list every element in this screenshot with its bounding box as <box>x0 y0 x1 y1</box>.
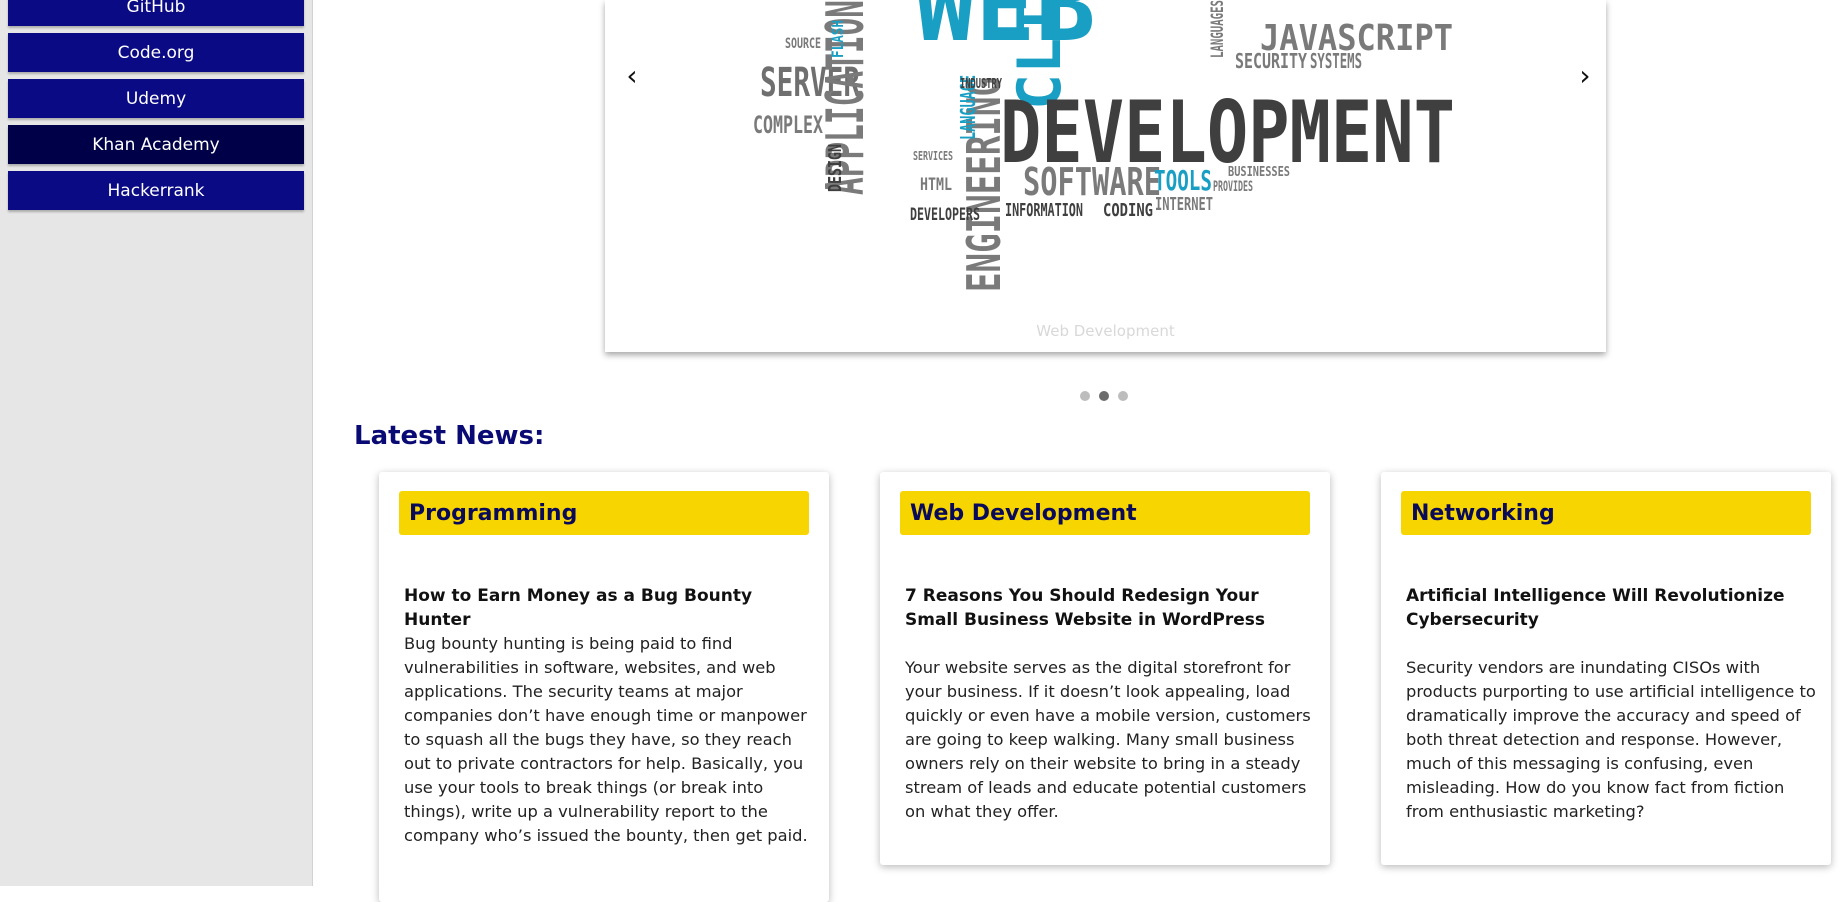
news-card-title[interactable]: How to Earn Money as a Bug Bounty Hunter <box>404 584 809 632</box>
sidebar-item-code-org[interactable]: Code.org <box>8 33 304 72</box>
cloud-word-source: SOURCE <box>785 36 821 52</box>
sidebar-item-github[interactable]: GitHub <box>8 0 304 26</box>
image-carousel: WEB CLIENT DEVELOPMENT JAVASCRIPT SERVER… <box>605 0 1606 352</box>
news-card-networking[interactable]: Networking Artificial Intelligence Will … <box>1381 472 1831 865</box>
latest-news-heading: Latest News: <box>354 421 545 451</box>
cloud-word-design: DESIGN <box>825 144 846 192</box>
sidebar: GitHub Code.org Udemy Khan Academy Hacke… <box>0 0 313 886</box>
news-card-body: Security vendors are inundating CISOs wi… <box>1406 658 1816 821</box>
carousel-indicators <box>1080 391 1128 401</box>
carousel-dot-1[interactable] <box>1080 391 1090 401</box>
cloud-word-languages: LANGUAGES <box>1208 0 1228 58</box>
cloud-word-complex: COMPLEX <box>753 111 823 139</box>
cloud-word-provides: PROVIDES <box>1213 179 1253 195</box>
news-card-category-tag: Programming <box>399 491 809 535</box>
cloud-word-flash: FLASH <box>828 20 847 58</box>
cloud-word-security: SECURITY <box>1235 49 1307 73</box>
sidebar-item-hackerrank[interactable]: Hackerrank <box>8 171 304 210</box>
news-card-body: Your website serves as the digital store… <box>905 658 1311 821</box>
carousel-prev-arrow-icon[interactable]: ‹ <box>617 59 647 92</box>
carousel-next-arrow-icon[interactable]: › <box>1570 59 1600 92</box>
news-card-title[interactable]: 7 Reasons You Should Redesign Your Small… <box>905 584 1310 632</box>
carousel-caption: Web Development <box>1036 322 1175 340</box>
cloud-word-systems: SYSTEMS <box>1310 49 1362 73</box>
news-card-category-tag: Web Development <box>900 491 1310 535</box>
cloud-word-internet: INTERNET <box>1155 194 1213 215</box>
cloud-word-coding: CODING <box>1103 200 1153 221</box>
sidebar-item-khan-academy[interactable]: Khan Academy <box>8 125 304 164</box>
news-card-web-development[interactable]: Web Development 7 Reasons You Should Red… <box>880 472 1330 865</box>
cloud-word-businesses: BUSINESSES <box>1228 165 1290 180</box>
carousel-dot-2[interactable] <box>1099 391 1109 401</box>
cloud-word-information: INFORMATION <box>1005 200 1083 221</box>
news-card-category-tag: Networking <box>1401 491 1811 535</box>
carousel-dot-3[interactable] <box>1118 391 1128 401</box>
cloud-word-software: SOFTWARE <box>1023 160 1161 204</box>
news-card-body: Bug bounty hunting is being paid to find… <box>404 634 808 845</box>
news-card-programming[interactable]: Programming How to Earn Money as a Bug B… <box>379 472 829 902</box>
cloud-word-developers: DEVELOPERS <box>910 205 980 225</box>
cloud-word-html: HTML <box>920 175 952 195</box>
cloud-word-services: SERVICES <box>913 149 953 163</box>
web-development-word-cloud-image: WEB CLIENT DEVELOPMENT JAVASCRIPT SERVER… <box>753 0 1455 292</box>
news-card-title[interactable]: Artificial Intelligence Will Revolutioni… <box>1406 584 1811 632</box>
cloud-word-tools: TOOLS <box>1154 164 1212 197</box>
cloud-word-industry: INDUSTRY <box>960 77 1002 92</box>
sidebar-item-udemy[interactable]: Udemy <box>8 79 304 118</box>
